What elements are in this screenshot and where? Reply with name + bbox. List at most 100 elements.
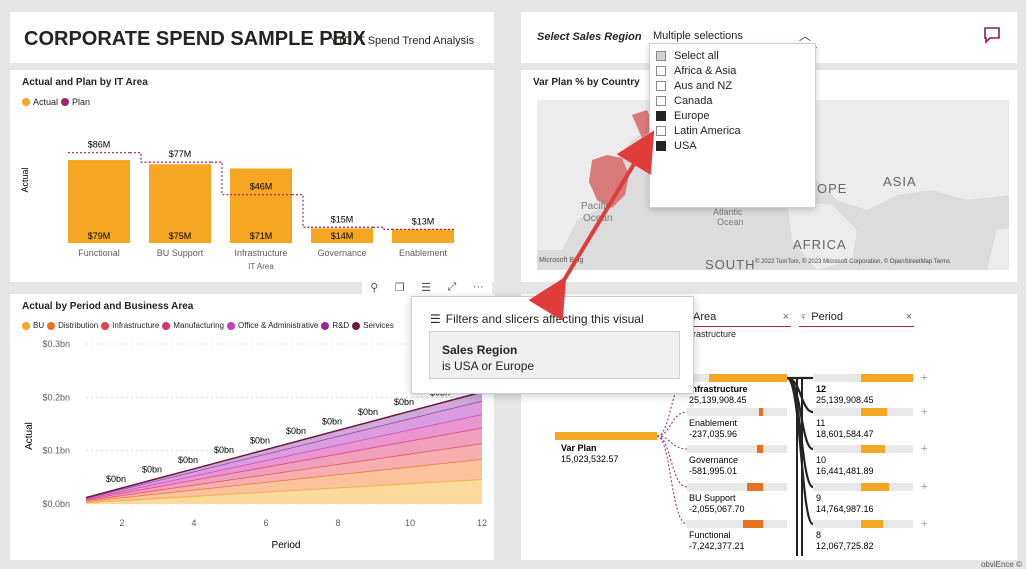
data-label: $0bn — [250, 436, 270, 446]
tree-node-value: 18,601,584.47 — [816, 429, 874, 439]
plan-line — [130, 152, 149, 163]
tree-bar — [743, 520, 763, 528]
remove-level-icon[interactable]: × — [783, 311, 789, 323]
tree-node-label: 10 — [816, 455, 826, 465]
expand-icon: + — [921, 372, 927, 384]
root-label: Var Plan — [561, 443, 597, 453]
tree-col2-header[interactable]: ♀ Period × — [799, 311, 914, 327]
tree-node-label: 12 — [816, 384, 826, 394]
slicer-option[interactable]: Latin America — [656, 124, 741, 138]
map-label-europe: OPE — [817, 181, 848, 196]
x-tick-label: 6 — [263, 518, 268, 528]
tree-node-label: BU Support — [689, 493, 736, 503]
bar-plan-label: $86M — [88, 140, 111, 150]
map-label-asia: ASIA — [883, 174, 917, 189]
chevron-up-icon[interactable]: ︿ — [799, 27, 811, 44]
bar-actual-label: $79M — [88, 231, 111, 241]
checkbox[interactable] — [656, 51, 666, 61]
y-tick-label: $0.3bn — [42, 339, 70, 349]
tree-node-value: 14,764,987.16 — [816, 504, 874, 514]
comment-icon[interactable] — [983, 26, 1001, 44]
tree-connector — [785, 376, 815, 526]
x-tick-label: Governance — [317, 248, 366, 258]
focus-mode-icon[interactable]: ⤢ — [447, 281, 456, 294]
filter-card[interactable]: Sales Region is USA or Europe — [429, 331, 680, 379]
filter-lines-icon: ☰ — [430, 312, 441, 326]
tree-node-label: Governance — [689, 455, 738, 465]
tree-node-value: -581,995.01 — [689, 466, 737, 476]
y-tick-label: $0.1bn — [42, 446, 70, 456]
x-tick-label: 2 — [119, 518, 124, 528]
tree-col1-header[interactable]: Area × — [693, 311, 791, 327]
bar-actual-label: $75M — [169, 231, 192, 241]
checkbox[interactable] — [656, 81, 666, 91]
tree-node-label: 8 — [816, 530, 821, 540]
slicer-option-label: Europe — [674, 110, 710, 122]
checkbox[interactable] — [656, 111, 666, 121]
x-axis-label: Period — [272, 540, 301, 551]
slicer-option-label: Africa & Asia — [674, 65, 737, 77]
slicer-option[interactable]: Canada — [656, 94, 713, 108]
x-tick-label: 4 — [191, 518, 196, 528]
bar-actual — [392, 229, 454, 243]
slicer-option[interactable]: Aus and NZ — [656, 79, 732, 93]
tree-bar — [709, 374, 787, 382]
data-label: $0bn — [394, 397, 414, 407]
slicer-option[interactable]: Africa & Asia — [656, 64, 736, 78]
data-label: $0bn — [214, 445, 234, 455]
tree-bar — [861, 445, 885, 453]
actual-plan-chart-tile: Actual and Plan by IT Area Actual Plan A… — [10, 70, 494, 282]
slicer-option[interactable]: USA — [656, 139, 697, 153]
tree-bar — [747, 483, 763, 491]
tree-bar — [861, 374, 913, 382]
tree-node-value: 12,067,725.82 — [816, 541, 874, 551]
tree-connector — [656, 435, 688, 525]
visual-header-toolbar: ⚲ ❐ ☰ ⤢ ··· — [362, 278, 492, 296]
data-label: $0bn — [358, 407, 378, 417]
data-label: $0bn — [142, 464, 162, 474]
x-tick-label: 10 — [405, 518, 415, 528]
ai-split-icon: ♀ — [799, 311, 808, 323]
checkbox[interactable] — [656, 126, 666, 136]
map-label-atlantic: Atlantic — [713, 207, 743, 217]
y-tick-label: $0.2bn — [42, 392, 70, 402]
data-label: $0bn — [106, 474, 126, 484]
root-value: 15,023,532.57 — [561, 454, 619, 464]
watermark: obviEnce © — [980, 560, 1022, 569]
plan-line — [211, 161, 230, 196]
root-bar — [555, 432, 657, 440]
slicer-option[interactable]: Select all — [656, 49, 719, 63]
checkbox[interactable] — [656, 141, 666, 151]
expand-icon: + — [921, 406, 927, 418]
map-label-atlantic-ocean: Ocean — [717, 217, 744, 227]
map-bing-logo: Microsoft Bing — [539, 257, 584, 264]
filter-card-title: Sales Region — [442, 343, 518, 357]
map-attribution[interactable]: © 2022 TomTom, © 2023 Microsoft Corporat… — [755, 259, 950, 265]
checkbox[interactable] — [656, 66, 666, 76]
expand-icon: + — [921, 518, 927, 530]
tree-node-value: -2,055,067.70 — [689, 504, 745, 514]
tree-node-value: 25,139,908.45 — [816, 395, 874, 405]
slicer-option[interactable]: Europe — [656, 109, 709, 123]
bar-actual-label: $71M — [250, 231, 273, 241]
tree-bar — [759, 408, 763, 416]
bar-plan-label: $77M — [169, 149, 192, 159]
filter-icon[interactable]: ☰ — [421, 281, 431, 294]
tree-bar-bg — [687, 445, 787, 453]
y-tick-label: $0.0bn — [42, 499, 70, 509]
map-label-ocean: Ocean — [583, 213, 613, 224]
tree-node-label: 9 — [816, 493, 821, 503]
report-title: CORPORATE SPEND SAMPLE PBIX — [24, 28, 366, 50]
slicer-dropdown-list[interactable]: Select all Africa & Asia Aus and NZ Canada E… — [649, 43, 816, 208]
copy-visual-icon[interactable]: ❐ — [395, 281, 405, 294]
filters-popup-heading: ☰ Filters and slicers affecting this visu… — [430, 312, 644, 326]
more-options-icon[interactable]: ··· — [473, 281, 484, 293]
checkbox[interactable] — [656, 96, 666, 106]
tree-bar-bg — [687, 483, 787, 491]
map-label-pacific: Pacific — [581, 201, 611, 212]
remove-level-icon[interactable]: × — [906, 311, 912, 323]
x-tick-label: Functional — [78, 248, 120, 258]
tree-col1-sub: rastructure — [693, 329, 737, 339]
pin-icon[interactable]: ⚲ — [370, 281, 378, 294]
bar-plan-label: $15M — [331, 214, 354, 224]
